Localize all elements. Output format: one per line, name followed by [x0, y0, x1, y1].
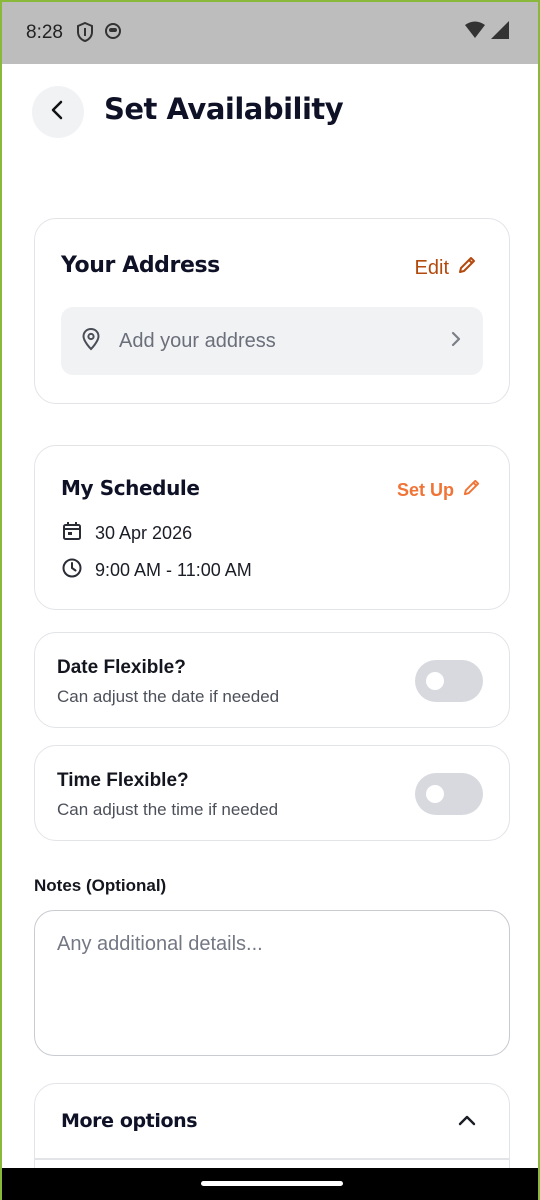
back-button[interactable]: [32, 86, 84, 138]
location-pin-icon: [81, 327, 101, 356]
time-flexible-title: Time Flexible?: [57, 770, 189, 791]
face-icon: [104, 22, 122, 47]
setup-schedule-button[interactable]: Set Up: [397, 478, 481, 502]
schedule-time: 9:00 AM - 11:00 AM: [95, 560, 252, 580]
setup-label: Set Up: [396, 479, 454, 500]
status-icons-left: [76, 21, 122, 47]
schedule-card: My Schedule Set Up 30 Apr 2026 9:00 AM -…: [34, 445, 510, 610]
more-options-title: More options: [61, 1110, 198, 1132]
header: Set Availability: [32, 86, 512, 140]
status-bar: 8:28: [2, 2, 538, 64]
date-flexible-subtitle: Can adjust the date if needed: [57, 687, 280, 706]
chevron-left-icon: [48, 99, 68, 126]
navigation-bar: [2, 1168, 538, 1200]
schedule-date-row: 30 Apr 2026: [61, 520, 192, 547]
time-flexible-subtitle: Can adjust the time if needed: [57, 800, 279, 819]
schedule-card-title: My Schedule: [61, 476, 200, 500]
schedule-time-row: 9:00 AM - 11:00 AM: [61, 557, 252, 584]
wifi-icon: [464, 20, 486, 45]
notes-label: Notes (Optional): [34, 876, 167, 895]
date-flexible-title: Date Flexible?: [57, 657, 186, 678]
clock-icon: [61, 557, 83, 584]
toggle-knob: [426, 785, 444, 803]
address-input[interactable]: Add your address: [61, 307, 483, 375]
address-card-title: Your Address: [61, 253, 220, 278]
status-icons-right: [464, 20, 510, 45]
home-handle[interactable]: [201, 1181, 343, 1186]
signal-icon: [490, 20, 510, 45]
time-flexible-toggle[interactable]: [415, 773, 483, 815]
notes-input[interactable]: [55, 931, 489, 1035]
edit-label: Edit: [414, 256, 449, 279]
edit-address-button[interactable]: Edit: [415, 255, 477, 281]
calendar-icon: [61, 520, 83, 547]
date-flexible-card: Date Flexible? Can adjust the date if ne…: [34, 632, 510, 728]
chevron-right-icon: [449, 330, 463, 353]
divider: [35, 1158, 509, 1160]
notes-field: [34, 910, 510, 1056]
pencil-icon: [457, 255, 477, 281]
schedule-date: 30 Apr 2026: [95, 523, 193, 543]
chevron-up-icon[interactable]: [457, 1112, 477, 1133]
app-screen: 8:28 Set Availability Your Address Edit …: [0, 0, 540, 1200]
pencil-icon: [462, 478, 481, 502]
address-card: Your Address Edit Add your address: [34, 218, 510, 404]
status-time: 8:28: [26, 22, 63, 43]
toggle-knob: [426, 672, 444, 690]
shield-icon: [76, 21, 94, 47]
address-placeholder: Add your address: [119, 329, 276, 352]
page-title: Set Availability: [104, 92, 344, 126]
date-flexible-toggle[interactable]: [415, 660, 483, 702]
time-flexible-card: Time Flexible? Can adjust the time if ne…: [34, 745, 510, 841]
